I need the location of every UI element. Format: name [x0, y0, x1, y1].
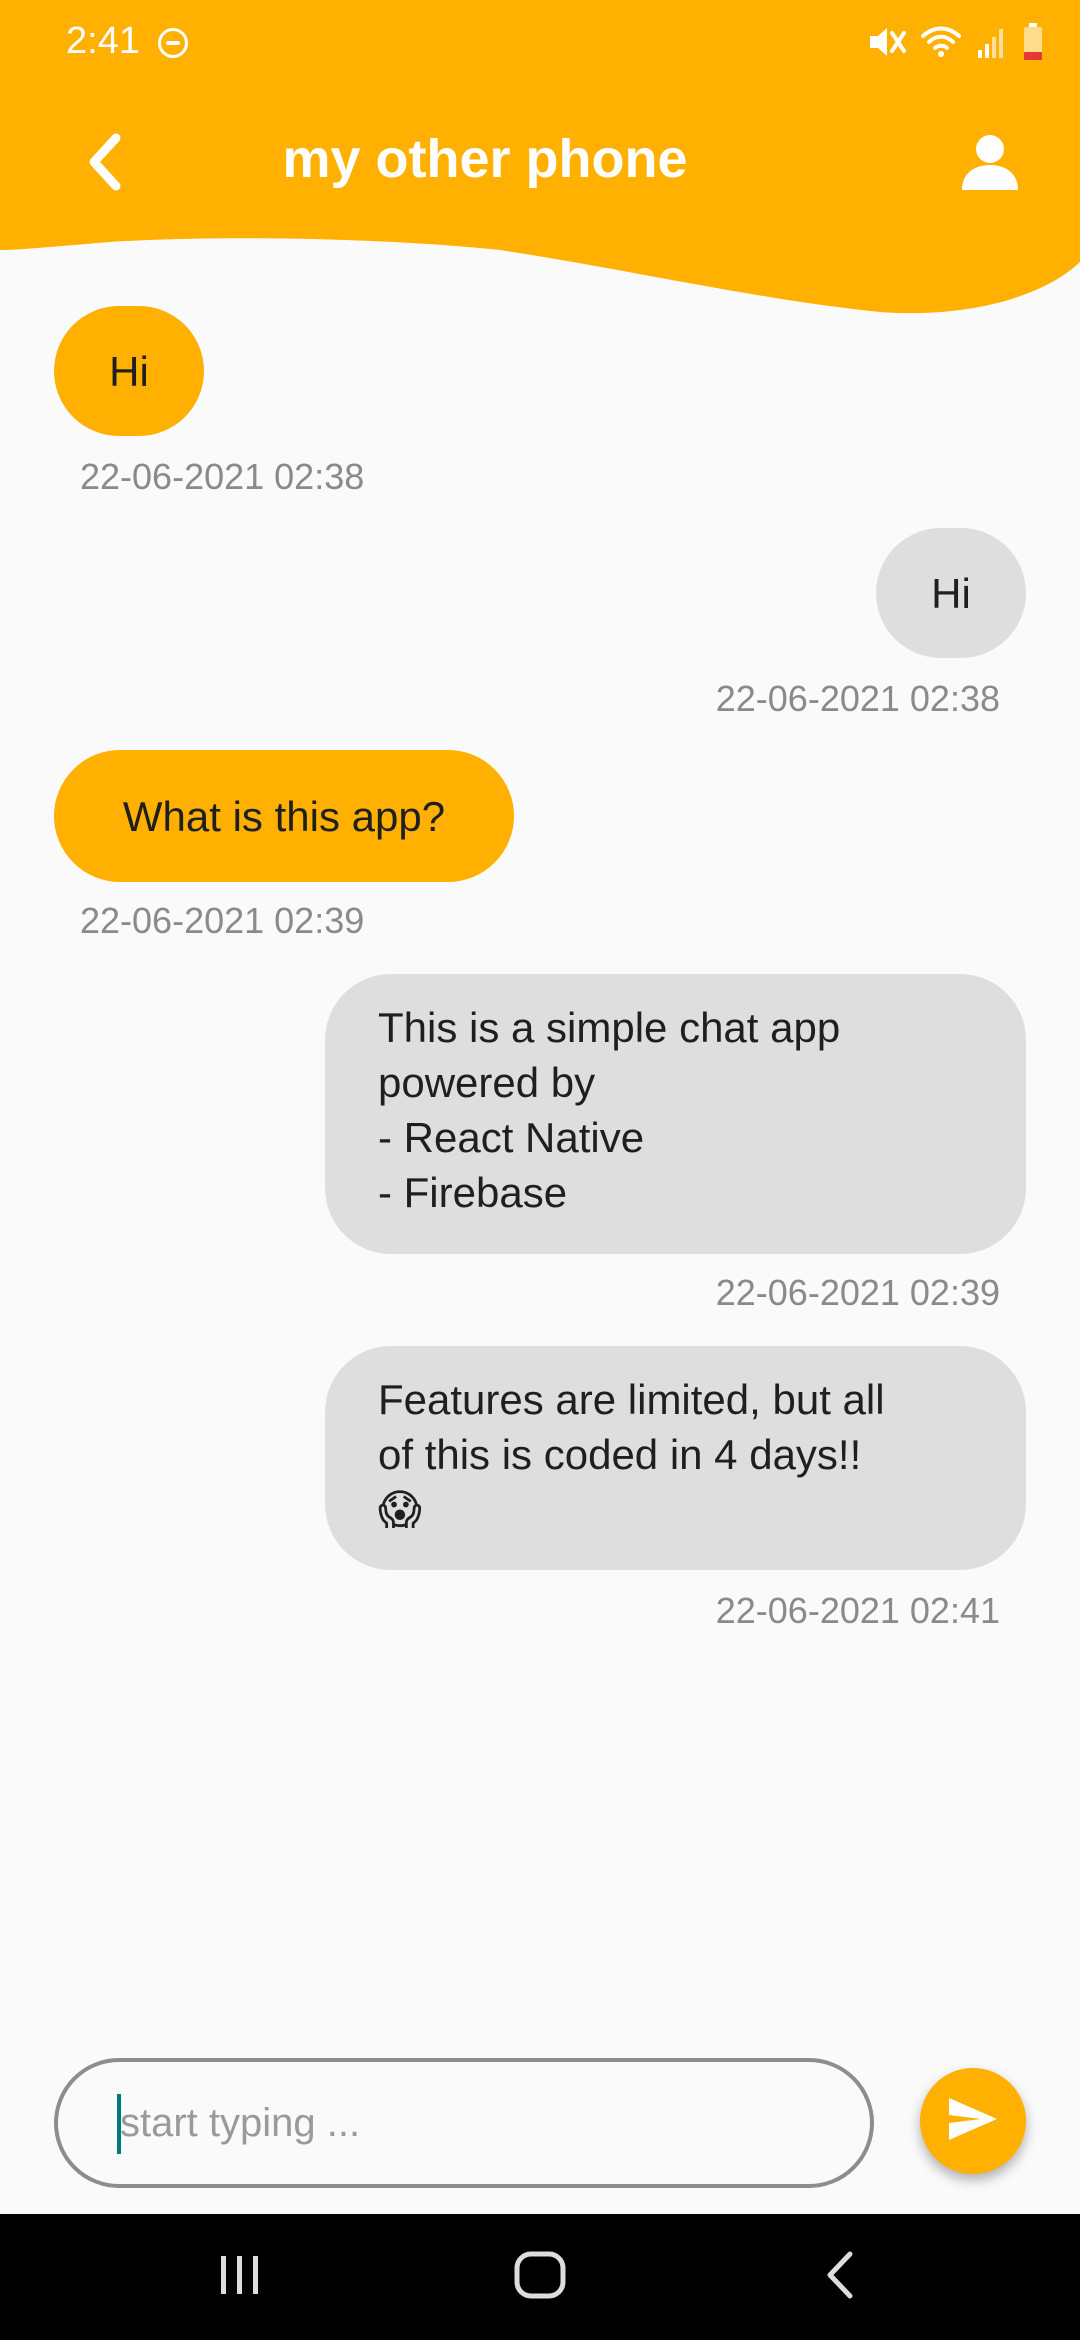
sent-message-bubble[interactable]: This is a simple chat app powered by - R… — [325, 974, 1026, 1254]
message-timestamp: 22-06-2021 02:38 — [715, 678, 1000, 719]
recent-apps-button[interactable] — [160, 2214, 320, 2340]
send-icon — [947, 2096, 999, 2147]
message-timestamp: 22-06-2021 02:39 — [80, 900, 365, 941]
message-text: Hi — [931, 569, 971, 617]
wifi-icon — [920, 24, 962, 60]
message-text: This is a simple chat app powered by - R… — [378, 1004, 841, 1216]
home-button[interactable] — [460, 2214, 620, 2340]
status-icons — [868, 20, 1044, 64]
page-title: my other phone — [282, 129, 688, 189]
message-text: Features are limited, but all of this is… — [378, 1376, 885, 1533]
home-icon — [513, 2248, 567, 2307]
status-bar: 2:41 — [0, 0, 1080, 84]
received-message-bubble[interactable]: What is this app? — [54, 750, 514, 882]
system-back-button[interactable] — [760, 2214, 920, 2340]
navigation-bar — [0, 2214, 1080, 2340]
recent-apps-icon — [215, 2250, 265, 2305]
send-button[interactable] — [920, 2068, 1026, 2174]
do-not-disturb-icon — [158, 28, 188, 58]
mute-icon — [868, 24, 906, 60]
chevron-left-icon — [84, 132, 124, 197]
sent-message-bubble[interactable]: Features are limited, but all of this is… — [325, 1346, 1026, 1570]
message-timestamp: 22-06-2021 02:39 — [715, 1272, 1000, 1313]
battery-low-icon — [1022, 22, 1044, 62]
message-text: Hi — [109, 347, 149, 395]
signal-icon — [976, 24, 1008, 60]
message-timestamp: 22-06-2021 02:38 — [80, 456, 365, 497]
text-cursor — [117, 2094, 121, 2154]
profile-button[interactable] — [952, 126, 1028, 202]
status-time: 2:41 — [66, 20, 140, 62]
received-message-bubble[interactable]: Hi — [54, 306, 204, 436]
back-button[interactable] — [72, 124, 136, 204]
back-icon — [820, 2248, 860, 2307]
message-timestamp: 22-06-2021 02:41 — [715, 1590, 1000, 1631]
person-icon — [960, 132, 1020, 197]
message-input[interactable] — [54, 2058, 874, 2188]
sent-message-bubble[interactable]: Hi — [876, 528, 1026, 658]
message-text: What is this app? — [122, 792, 446, 840]
